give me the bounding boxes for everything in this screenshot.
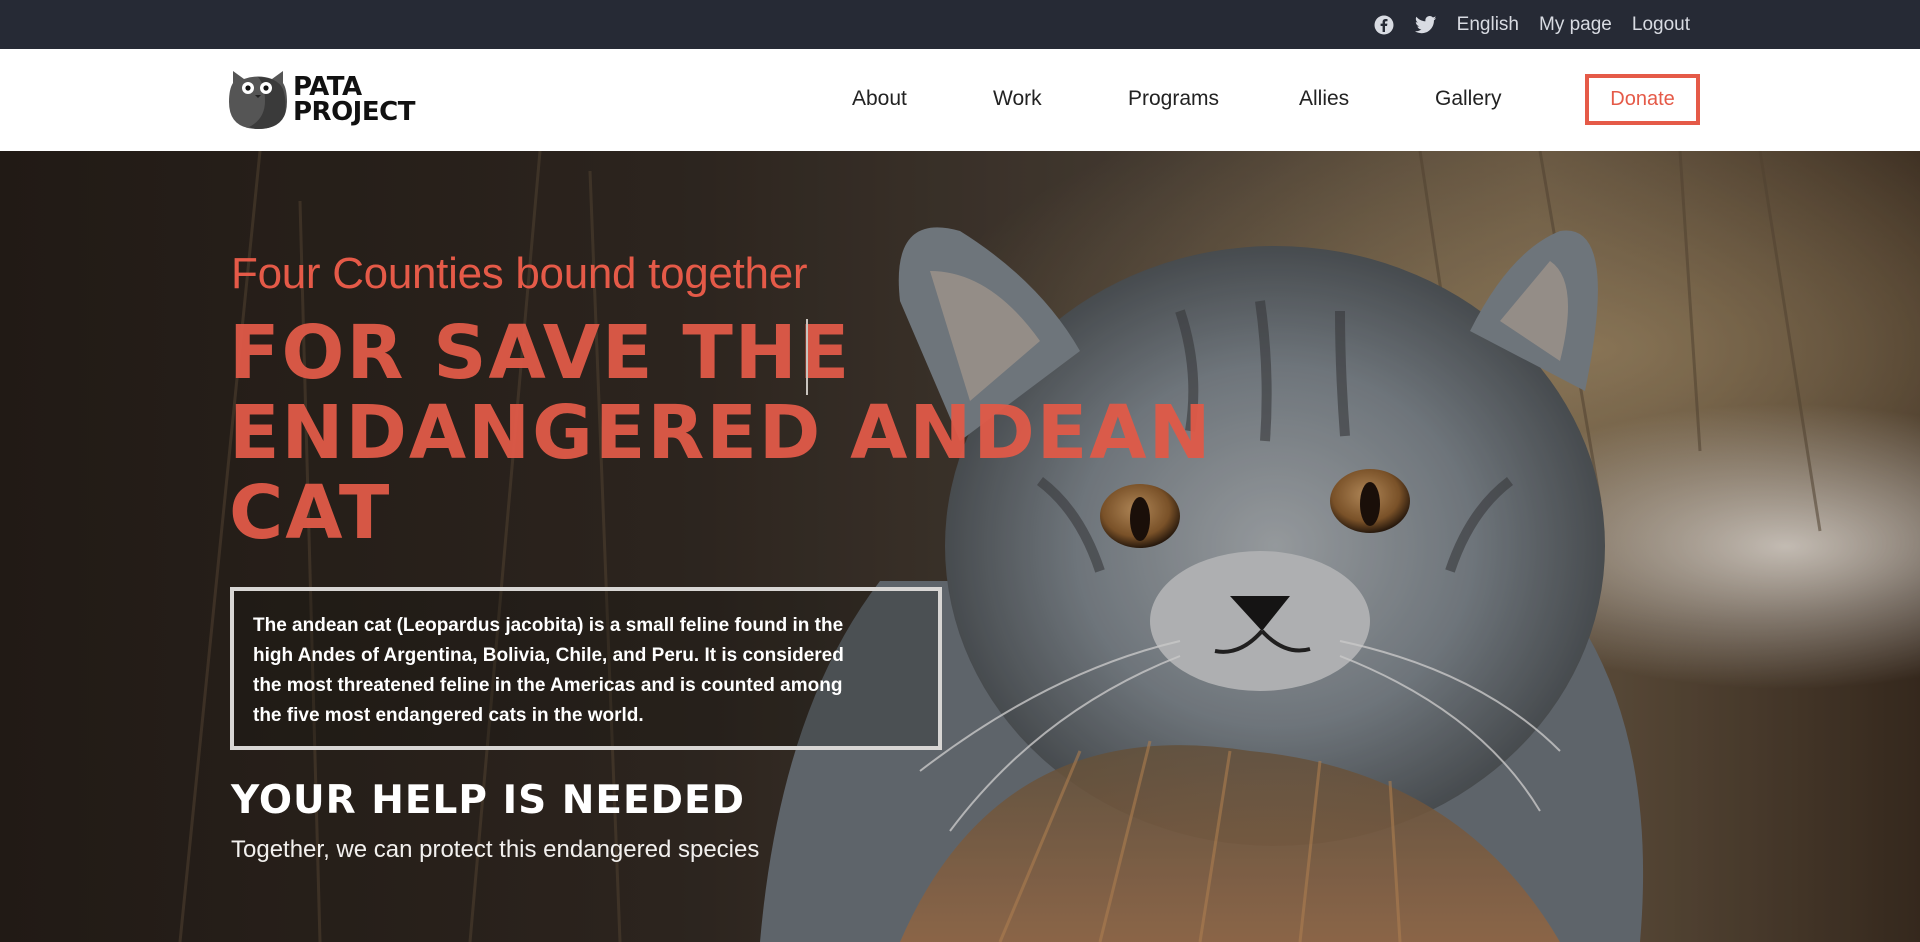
nav-item-gallery[interactable]: Gallery <box>1435 87 1502 111</box>
twitter-icon[interactable] <box>1414 14 1437 36</box>
hero-headline: FOR SAVE THE ENDANGERED ANDEAN CAT <box>229 310 1213 556</box>
text-cursor <box>806 319 808 395</box>
utility-links: English My page Logout <box>1373 0 1690 49</box>
nav-item-programs[interactable]: Programs <box>1128 87 1219 111</box>
language-selector[interactable]: English <box>1457 14 1519 36</box>
main-navigation: PATA PROJECT About Work Programs Allies … <box>0 49 1920 151</box>
description-text: The andean cat (Leopardus jacobita) is a… <box>253 615 844 726</box>
help-title: YOUR HELP IS NEEDED <box>231 778 746 823</box>
hero-section: Four Counties bound together FOR SAVE TH… <box>0 151 1920 942</box>
hero-kicker: Four Counties bound together <box>231 249 808 298</box>
donate-button[interactable]: Donate <box>1585 74 1700 125</box>
description-box: The andean cat (Leopardus jacobita) is a… <box>230 587 942 750</box>
help-subtitle: Together, we can protect this endangered… <box>231 836 760 863</box>
nav-item-work[interactable]: Work <box>993 87 1042 111</box>
logout-link[interactable]: Logout <box>1632 14 1690 36</box>
nav-item-about[interactable]: About <box>852 87 907 111</box>
my-page-link[interactable]: My page <box>1539 14 1612 36</box>
facebook-icon[interactable] <box>1373 14 1395 36</box>
top-utility-bar: English My page Logout <box>0 0 1920 49</box>
nav-item-allies[interactable]: Allies <box>1299 87 1349 111</box>
